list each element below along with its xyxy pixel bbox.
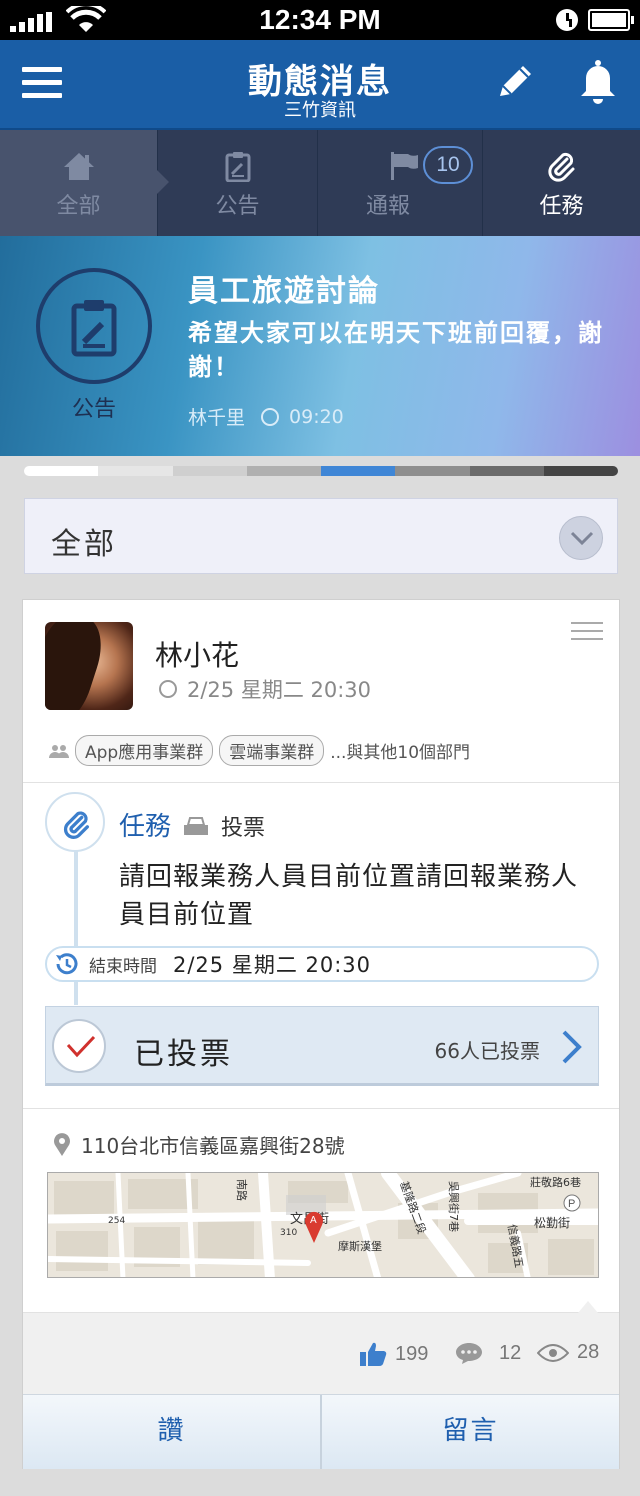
post-card: 林小花 2/25 星期二 20:30 App應用事業群 雲端事業群 ...與其他… (22, 599, 620, 1469)
clipboard-icon (71, 300, 117, 357)
tab-report[interactable]: 10 通報 (318, 130, 483, 236)
deadline-bar: 結束時間 2/25 星期二 20:30 (45, 946, 599, 982)
page-subtitle: 三竹資訊 (284, 100, 356, 121)
map-street-label: 莊敬路6巷 (530, 1176, 581, 1189)
map-street-label: 吳興街7巷 (447, 1181, 461, 1232)
department-tag[interactable]: App應用事業群 (75, 735, 214, 766)
announcement-title: 員工旅遊討論 (188, 274, 380, 309)
svg-text:P: P (568, 1198, 575, 1210)
check-icon (52, 1019, 106, 1073)
svg-text:A: A (310, 1215, 317, 1226)
task-subtype: 投票 (183, 810, 265, 842)
view-count: 28 (577, 1341, 600, 1363)
announcement-author: 林千里 (188, 407, 246, 429)
post-actions: 讚 留言 (23, 1394, 619, 1469)
flag-icon (391, 152, 418, 180)
edit-pencil-icon[interactable] (494, 60, 538, 104)
post-time: 2/25 星期二 20:30 (159, 674, 371, 704)
map-pin-icon (54, 1132, 70, 1156)
task-type: 任務 (119, 812, 172, 842)
ballot-box-icon (184, 817, 208, 835)
announcement-category: 公告 (71, 397, 116, 422)
divider (23, 782, 619, 783)
task-badge (45, 792, 105, 852)
category-tabs: 全部 公告 10 通報 任務 (0, 130, 640, 236)
chevron-right-icon (562, 1030, 582, 1064)
view-count-group: 28 (537, 1341, 599, 1364)
vote-status-button[interactable]: 已投票 66人已投票 (45, 1006, 599, 1086)
filter-dropdown[interactable]: 全部 (24, 498, 618, 574)
announcement-message: 希望大家可以在明天下班前回覆，謝謝！ (188, 319, 604, 381)
paperclip-icon (63, 811, 89, 839)
like-count: 199 (395, 1342, 429, 1365)
vote-count: 66人已投票 (434, 1039, 540, 1063)
alarm-clock-icon (556, 9, 578, 31)
location-map[interactable]: 文昌街 摩斯漢堡 松勤街 莊敬路6巷 基隆路二段 吳興街7巷 信義路五 南路 2… (47, 1172, 599, 1278)
comment-count: 12 (499, 1341, 522, 1364)
clock-icon (159, 680, 177, 698)
home-icon (63, 153, 94, 180)
comment-icon (456, 1343, 482, 1364)
department-tag[interactable]: 雲端事業群 (219, 735, 325, 766)
featured-announcement[interactable]: 公告 員工旅遊討論 希望大家可以在明天下班前回覆，謝謝！ 林千里 09:20 (0, 236, 640, 456)
eye-icon (537, 1343, 569, 1362)
address-text: 110台北市信義區嘉興街28號 (81, 1134, 345, 1158)
status-time: 12:34 PM (259, 4, 381, 35)
department-more[interactable]: ...與其他10個部門 (330, 738, 470, 763)
battery-icon (588, 9, 634, 31)
map-street-label: 松勤街 (534, 1216, 570, 1230)
like-count-group[interactable]: 199 (359, 1341, 428, 1367)
like-button[interactable]: 讚 (23, 1395, 320, 1469)
announcement-meta: 林千里 09:20 (188, 403, 344, 430)
post-author[interactable]: 林小花 (155, 634, 239, 674)
comment-count-group[interactable]: 12 (455, 1341, 521, 1365)
divider (23, 1108, 619, 1109)
notification-badge: 10 (423, 146, 473, 184)
map-street-label: 南路 (235, 1179, 248, 1201)
tab-all[interactable]: 全部 (0, 130, 169, 236)
history-icon (56, 953, 78, 975)
map-poi-label: 摩斯漢堡 (338, 1239, 382, 1253)
avatar[interactable] (45, 622, 133, 710)
announcement-badge (36, 268, 152, 384)
tab-label: 任務 (539, 194, 584, 219)
tab-task[interactable]: 任務 (483, 130, 640, 236)
status-bar: 12:34 PM (0, 0, 640, 40)
post-stats: 199 12 28 (23, 1301, 619, 1394)
filter-selected: 全部 (51, 527, 117, 562)
announcement-time: 09:20 (289, 405, 344, 428)
department-tags: App應用事業群 雲端事業群 ...與其他10個部門 (49, 735, 470, 766)
paperclip-icon (547, 152, 574, 182)
clipboard-icon (225, 152, 250, 182)
map-number-label: 310 (280, 1228, 297, 1238)
people-icon (49, 744, 69, 758)
thumbs-up-icon (360, 1342, 387, 1366)
location-address[interactable]: 110台北市信義區嘉興街28號 (53, 1130, 345, 1159)
task-content: 請回報業務人員目前位置請回報業務人員目前位置 (119, 862, 579, 930)
chevron-down-icon[interactable] (559, 516, 603, 560)
vote-status-label: 已投票 (134, 1037, 233, 1072)
tab-announcement[interactable]: 公告 (158, 130, 318, 236)
task-subtype-label: 投票 (221, 816, 266, 841)
post-datetime: 2/25 星期二 20:30 (187, 678, 372, 702)
post-menu-icon[interactable] (571, 622, 603, 646)
map-number-label: 254 (108, 1216, 125, 1226)
nav-bar: 動態消息 三竹資訊 (0, 40, 640, 130)
deadline-label: 結束時間 (89, 956, 157, 977)
bell-icon[interactable] (576, 58, 620, 104)
clock-icon (261, 407, 280, 426)
carousel-page-indicator (24, 466, 618, 476)
tab-label: 全部 (56, 194, 101, 219)
deadline-value: 2/25 星期二 20:30 (173, 953, 372, 977)
tab-label: 通報 (365, 194, 410, 219)
comment-button[interactable]: 留言 (320, 1395, 619, 1469)
